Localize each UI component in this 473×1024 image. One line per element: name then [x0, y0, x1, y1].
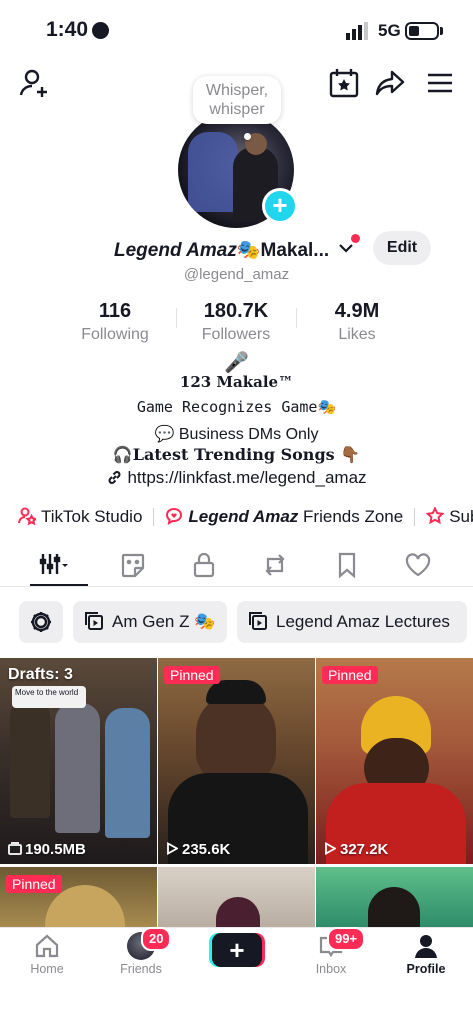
playlist-icon	[249, 612, 267, 630]
nav-friends-label: Friends	[120, 962, 162, 976]
profile-icon	[415, 935, 437, 958]
stat-likes[interactable]: 4.9M Likes	[297, 300, 417, 344]
video-stat-value: 190.5MB	[25, 841, 86, 858]
bio-line-1: 🎤	[224, 352, 249, 374]
video-tile[interactable]	[158, 867, 315, 927]
friends-zone-label: Friends Zone	[298, 506, 404, 526]
menu-icon[interactable]	[423, 66, 457, 100]
signal-icon	[346, 22, 368, 40]
inbox-badge: 99+	[327, 927, 366, 951]
bio-line-4: 💬 Business DMs Only	[154, 426, 319, 443]
create-button[interactable]: +	[212, 933, 262, 967]
stat-followers[interactable]: 180.7K Followers	[176, 300, 296, 344]
video-caption: Move to the world	[12, 686, 86, 708]
divider	[153, 507, 155, 526]
share-icon[interactable]	[373, 66, 407, 100]
calendar-star-icon[interactable]	[327, 66, 361, 100]
friends-badge: 20	[141, 927, 172, 951]
nav-home-label: Home	[30, 962, 64, 976]
display-name-prefix: Legend Amaz	[114, 240, 237, 261]
add-friend-icon[interactable]	[18, 66, 52, 100]
stat-label: Likes	[338, 326, 376, 343]
lock-tab-icon[interactable]	[189, 550, 219, 580]
bubble-tail	[244, 133, 251, 140]
nav-home[interactable]: Home	[7, 932, 87, 976]
video-tile[interactable]: Move to the world Drafts: 3 190.5MB	[0, 658, 157, 864]
bio-link-text: https://linkfast.me/legend_amaz	[127, 468, 367, 487]
nav-profile[interactable]: Profile	[386, 932, 466, 976]
notification-dot	[351, 234, 360, 243]
stat-label: Followers	[201, 326, 271, 343]
subscription-label: Sub	[449, 506, 473, 526]
chat-heart-icon	[166, 507, 183, 525]
playlist-label: Legend Amaz Lectures	[276, 612, 450, 631]
heart-tab-icon[interactable]	[403, 550, 433, 580]
battery-icon	[405, 22, 439, 40]
playlist-chip[interactable]: Legend Amaz Lectures	[237, 601, 467, 643]
draft-icon	[8, 842, 22, 855]
videos-grid-tab-icon[interactable]	[38, 550, 68, 580]
tiktok-studio-shortcut[interactable]: TikTok Studio	[18, 507, 142, 527]
display-name-suffix: 🎭Makal...	[236, 240, 330, 261]
divider	[414, 507, 416, 526]
friends-zone-shortcut[interactable]: Legend Amaz Friends Zone	[165, 507, 403, 527]
video-tile[interactable]	[316, 867, 473, 927]
network-type: 5G	[378, 21, 401, 40]
stat-value: 116	[98, 300, 132, 322]
username: @legend_amaz	[183, 266, 290, 283]
stat-value: 180.7K	[203, 300, 269, 322]
playlist-chip[interactable]: Am Gen Z 🎭	[73, 601, 227, 643]
stat-label: Following	[81, 326, 149, 343]
play-icon	[167, 841, 179, 856]
nav-profile-label: Profile	[406, 962, 446, 976]
globe-icon	[92, 22, 109, 39]
person-star-icon	[18, 507, 36, 525]
display-name[interactable]: Legend Amaz🎭Makal...	[114, 238, 329, 262]
bio-link[interactable]: https://linkfast.me/legend_amaz	[0, 468, 473, 488]
sticker-tab-icon[interactable]	[118, 550, 148, 580]
playlist-label: Am Gen Z 🎭	[112, 612, 216, 631]
playlist-settings-button[interactable]	[19, 601, 63, 643]
edit-profile-button[interactable]: Edit	[373, 231, 431, 265]
bio-line-5: 🎧Latest Trending Songs 👇🏾	[112, 445, 361, 464]
bio-line-3: Game Recognizes Game🎭	[136, 398, 337, 416]
bio-line-2: 123 Makale™	[179, 373, 294, 391]
pinned-badge: Pinned	[164, 666, 220, 684]
home-icon	[35, 934, 59, 958]
star-icon	[426, 506, 445, 524]
pinned-badge: Pinned	[6, 875, 62, 893]
status-time: 1:40	[46, 18, 89, 41]
pinned-badge: Pinned	[322, 666, 378, 684]
nav-inbox-label: Inbox	[315, 962, 347, 976]
tabs-border	[0, 586, 473, 587]
video-tile[interactable]: Pinned 327.2K	[316, 658, 473, 864]
repost-tab-icon[interactable]	[260, 550, 290, 580]
video-stat: 235.6K	[166, 841, 230, 858]
drafts-label: Drafts: 3	[8, 666, 73, 683]
tiktok-studio-label: TikTok Studio	[41, 506, 143, 526]
shortcuts-row: TikTok Studio Legend Amaz Friends Zone S…	[18, 506, 473, 527]
video-stat: 327.2K	[324, 841, 388, 858]
video-stat-value: 235.6K	[182, 841, 231, 858]
play-icon	[325, 841, 337, 856]
whisper-bubble[interactable]: Whisper, whisper	[193, 76, 281, 124]
subscription-shortcut[interactable]: Sub	[426, 506, 473, 527]
stat-following[interactable]: 116 Following	[55, 300, 175, 344]
add-avatar-button[interactable]: +	[262, 188, 298, 224]
link-icon	[108, 471, 121, 484]
chevron-down-icon[interactable]	[338, 240, 354, 256]
stat-value: 4.9M	[334, 300, 380, 322]
bookmark-tab-icon[interactable]	[332, 550, 362, 580]
friends-zone-name: Legend Amaz	[188, 506, 299, 526]
gear-icon	[31, 612, 51, 632]
video-stat-value: 327.2K	[340, 841, 389, 858]
video-stat: 190.5MB	[8, 841, 86, 858]
battery-tip	[440, 27, 443, 35]
playlist-icon	[85, 612, 103, 630]
video-tile[interactable]: Pinned 235.6K	[158, 658, 315, 864]
video-tile[interactable]: Pinned	[0, 867, 157, 927]
